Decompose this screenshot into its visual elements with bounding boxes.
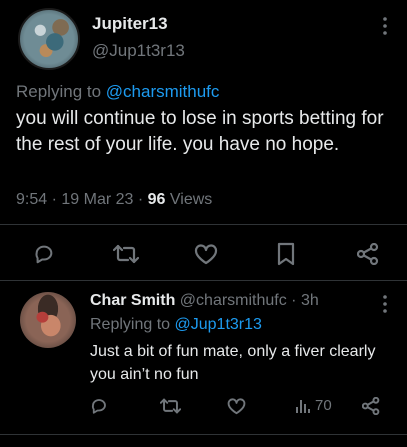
reply-icon[interactable] <box>33 243 55 265</box>
share-icon[interactable] <box>362 397 380 415</box>
views-count[interactable]: 96 <box>148 191 166 208</box>
replying-to: Replying to @Jup1t3r13 <box>90 316 262 334</box>
tweet-time[interactable]: 9:54 <box>16 191 47 208</box>
bookmark-icon[interactable] <box>277 242 295 266</box>
views-icon <box>295 398 311 414</box>
replying-prefix: Replying to <box>90 316 175 333</box>
avatar[interactable] <box>20 292 76 348</box>
meta-separator: · <box>51 191 62 208</box>
replying-prefix: Replying to <box>16 82 106 101</box>
reply-author: Char Smith @charsmithufc · 3h <box>90 292 319 310</box>
meta-separator: · <box>137 191 148 208</box>
retweet-icon[interactable] <box>113 243 139 265</box>
divider <box>0 224 407 225</box>
views[interactable]: 70 <box>295 397 332 414</box>
author-name[interactable]: Char Smith <box>90 292 175 309</box>
author-name[interactable]: Jupiter13 <box>92 14 168 34</box>
reply-icon[interactable] <box>90 397 108 415</box>
retweet-icon[interactable] <box>160 397 181 415</box>
replying-handle-link[interactable]: @charsmithufc <box>106 82 220 101</box>
like-icon[interactable] <box>227 398 246 415</box>
tweet-date[interactable]: 19 Mar 23 <box>61 191 133 208</box>
share-icon[interactable] <box>357 243 379 265</box>
more-icon[interactable] <box>378 16 392 36</box>
like-icon[interactable] <box>194 244 218 265</box>
tweet-text: you will continue to lose in sports bett… <box>16 108 384 155</box>
more-icon[interactable] <box>378 294 392 314</box>
divider <box>0 434 407 435</box>
author-handle[interactable]: @charsmithufc <box>180 292 287 309</box>
replying-handle-link[interactable]: @Jup1t3r13 <box>175 316 262 333</box>
tweet-meta: 9:54 · 19 Mar 23 · 96 Views <box>16 191 212 209</box>
tweet-text: Just a bit of fun mate, only a fiver cle… <box>90 343 376 383</box>
avatar[interactable] <box>18 8 80 70</box>
author-handle[interactable]: @Jup1t3r13 <box>92 41 185 61</box>
tweet-time-ago[interactable]: 3h <box>301 292 319 309</box>
meta-separator: · <box>286 292 301 309</box>
replying-to: Replying to @charsmithufc <box>16 82 219 102</box>
divider <box>0 280 407 281</box>
views-count: 70 <box>315 397 332 414</box>
views-label[interactable]: Views <box>165 191 212 208</box>
